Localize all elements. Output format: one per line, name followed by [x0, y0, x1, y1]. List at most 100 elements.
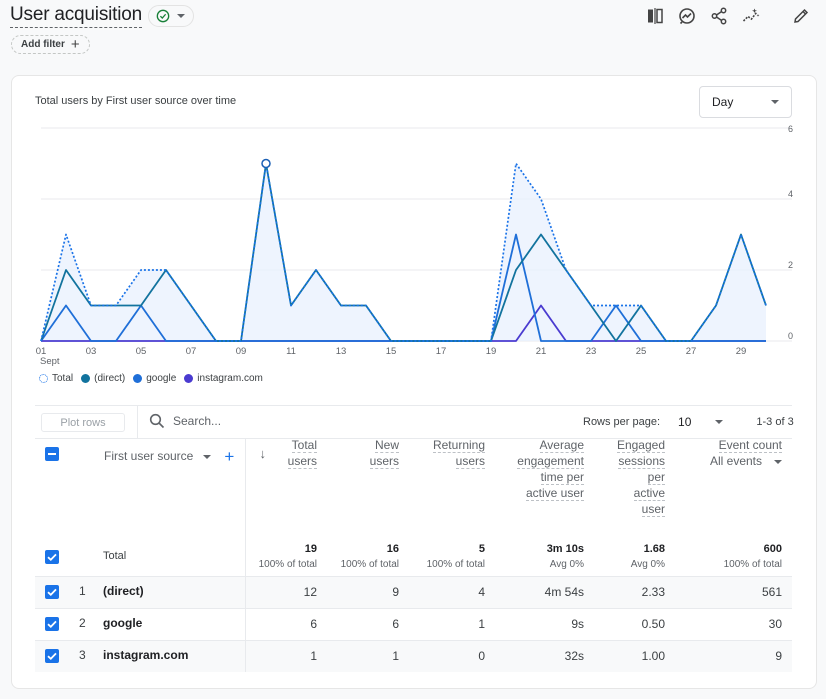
row-checkbox[interactable]	[45, 585, 59, 599]
sort-descending-icon[interactable]: ↓	[260, 446, 267, 462]
legend-swatch-google	[133, 374, 143, 383]
search-icon	[149, 413, 165, 429]
add-dimension-icon[interactable]: +	[224, 448, 234, 465]
x-tick-label: 07	[186, 346, 197, 357]
dimension-cell: 1 (direct)	[35, 575, 246, 608]
insights-button[interactable]	[676, 5, 698, 27]
title-row: User acquisition	[10, 4, 194, 28]
table-row[interactable]: 2 google 6 6 1 9s 0.50 30	[35, 607, 792, 640]
x-tick-label: 29	[736, 346, 747, 357]
add-filter-button[interactable]: Add filter +	[11, 35, 90, 54]
cell: 9	[327, 575, 409, 608]
cell: 12	[245, 575, 327, 608]
x-axis-month-label: Sept	[40, 356, 60, 367]
column-header-avg-engagement-time[interactable]: Average engagement time per active user	[495, 438, 594, 538]
cell: 6	[327, 607, 409, 640]
event-filter-select[interactable]: All events	[675, 454, 782, 470]
chevron-down-icon	[203, 454, 212, 459]
row-dimension-value: google	[103, 616, 143, 630]
add-filter-label: Add filter	[21, 39, 65, 50]
rows-per-page-label: Rows per page:	[583, 416, 661, 428]
cell: 0	[409, 639, 495, 672]
dimension-label: First user source	[104, 448, 194, 463]
legend-label: (direct)	[94, 373, 126, 384]
column-header-total-users[interactable]: ↓ Total users	[245, 438, 327, 538]
cell: 561	[675, 575, 792, 608]
data-table: First user source + ↓ Total users New us…	[35, 438, 792, 672]
x-tick-label: 05	[136, 346, 147, 357]
compare-icon	[648, 8, 663, 24]
edit-button[interactable]	[790, 5, 812, 27]
dimension-cell: 2 google	[35, 607, 246, 640]
plus-icon: +	[70, 36, 80, 53]
table-row[interactable]: 1 (direct) 12 9 4 4m 54s 2.33 561	[35, 575, 792, 608]
total-value-cell: 600 100% of total	[723, 543, 782, 571]
column-header-new-users[interactable]: New users	[327, 438, 409, 538]
cell: 1.00	[594, 639, 675, 672]
chevron-down-icon[interactable]	[715, 420, 724, 424]
table-row[interactable]: 3 instagram.com 1 1 0 32s 1.00 9	[35, 639, 792, 672]
totals-dimension-cell: Total	[35, 538, 246, 576]
report-card: Total users by First user source over ti…	[11, 75, 817, 689]
series-area-0	[41, 163, 766, 341]
plot-rows-button[interactable]: Plot rows	[41, 413, 125, 432]
share-icon	[711, 7, 727, 25]
legend-item-direct[interactable]: (direct)	[81, 373, 125, 384]
total-value-cell: 3m 10s Avg 0%	[546, 543, 584, 571]
rows-per-page-select[interactable]: 10	[678, 415, 691, 429]
total-value-cell: 5 100% of total	[426, 543, 485, 571]
legend-item-instagram[interactable]: instagram.com	[184, 373, 263, 384]
dimension-header: First user source +	[35, 438, 246, 538]
x-tick-label: 25	[636, 346, 647, 357]
compare-button[interactable]	[644, 5, 666, 27]
cell: 4m 54s	[495, 575, 594, 608]
cell: 30	[675, 607, 792, 640]
total-value-cell: 16 100% of total	[340, 543, 399, 571]
row-index: 3	[79, 648, 86, 663]
check-circle-icon	[157, 9, 170, 23]
cell: 6	[245, 607, 327, 640]
x-tick-label: 17	[436, 346, 447, 357]
search-box[interactable]: Search...	[149, 413, 221, 429]
cell: 2.33	[594, 575, 675, 608]
legend-item-total[interactable]: Total	[39, 373, 73, 384]
legend-label: Total	[52, 373, 74, 384]
report-toolbar	[644, 5, 812, 27]
row-checkbox[interactable]	[45, 617, 59, 631]
column-header-event-count[interactable]: Event count All events	[675, 438, 792, 538]
select-all-checkbox[interactable]	[45, 447, 59, 461]
checkmark-icon	[47, 653, 57, 661]
legend-label: instagram.com	[197, 373, 263, 384]
legend-item-google[interactable]: google	[133, 373, 176, 384]
totals-label: Total	[103, 549, 127, 562]
divider	[35, 405, 792, 406]
x-tick-label: 27	[686, 346, 697, 357]
column-header-engaged-sessions[interactable]: Engaged sessions per active user	[594, 438, 675, 538]
chevron-down-icon	[177, 14, 186, 18]
dimension-cell: 3 instagram.com	[35, 639, 246, 672]
column-header-returning-users[interactable]: Returning users	[409, 438, 495, 538]
y-tick-label: 4	[788, 189, 793, 199]
cell: 32s	[495, 639, 594, 672]
dimension-selector[interactable]: First user source +	[104, 448, 234, 465]
status-dropdown[interactable]	[147, 5, 194, 27]
divider	[137, 406, 138, 438]
checkmark-icon	[47, 588, 57, 597]
x-tick-label: 23	[586, 346, 597, 357]
legend-swatch-total	[39, 374, 48, 383]
cell: 0.50	[594, 607, 675, 640]
x-tick-label: 11	[286, 346, 296, 357]
row-checkbox[interactable]	[45, 649, 59, 664]
highlight-point-marker	[261, 158, 271, 169]
row-index: 2	[79, 616, 86, 630]
page-title[interactable]: User acquisition	[10, 4, 142, 28]
trend-button[interactable]	[740, 5, 762, 27]
insights-icon	[679, 8, 695, 25]
row-dimension-value: instagram.com	[103, 648, 189, 663]
totals-checkbox[interactable]	[45, 549, 59, 564]
share-button[interactable]	[708, 5, 730, 27]
cell: 9	[675, 639, 792, 672]
checkmark-icon	[47, 620, 57, 629]
x-tick-label: 03	[86, 346, 97, 357]
search-input[interactable]: Search...	[173, 414, 221, 428]
